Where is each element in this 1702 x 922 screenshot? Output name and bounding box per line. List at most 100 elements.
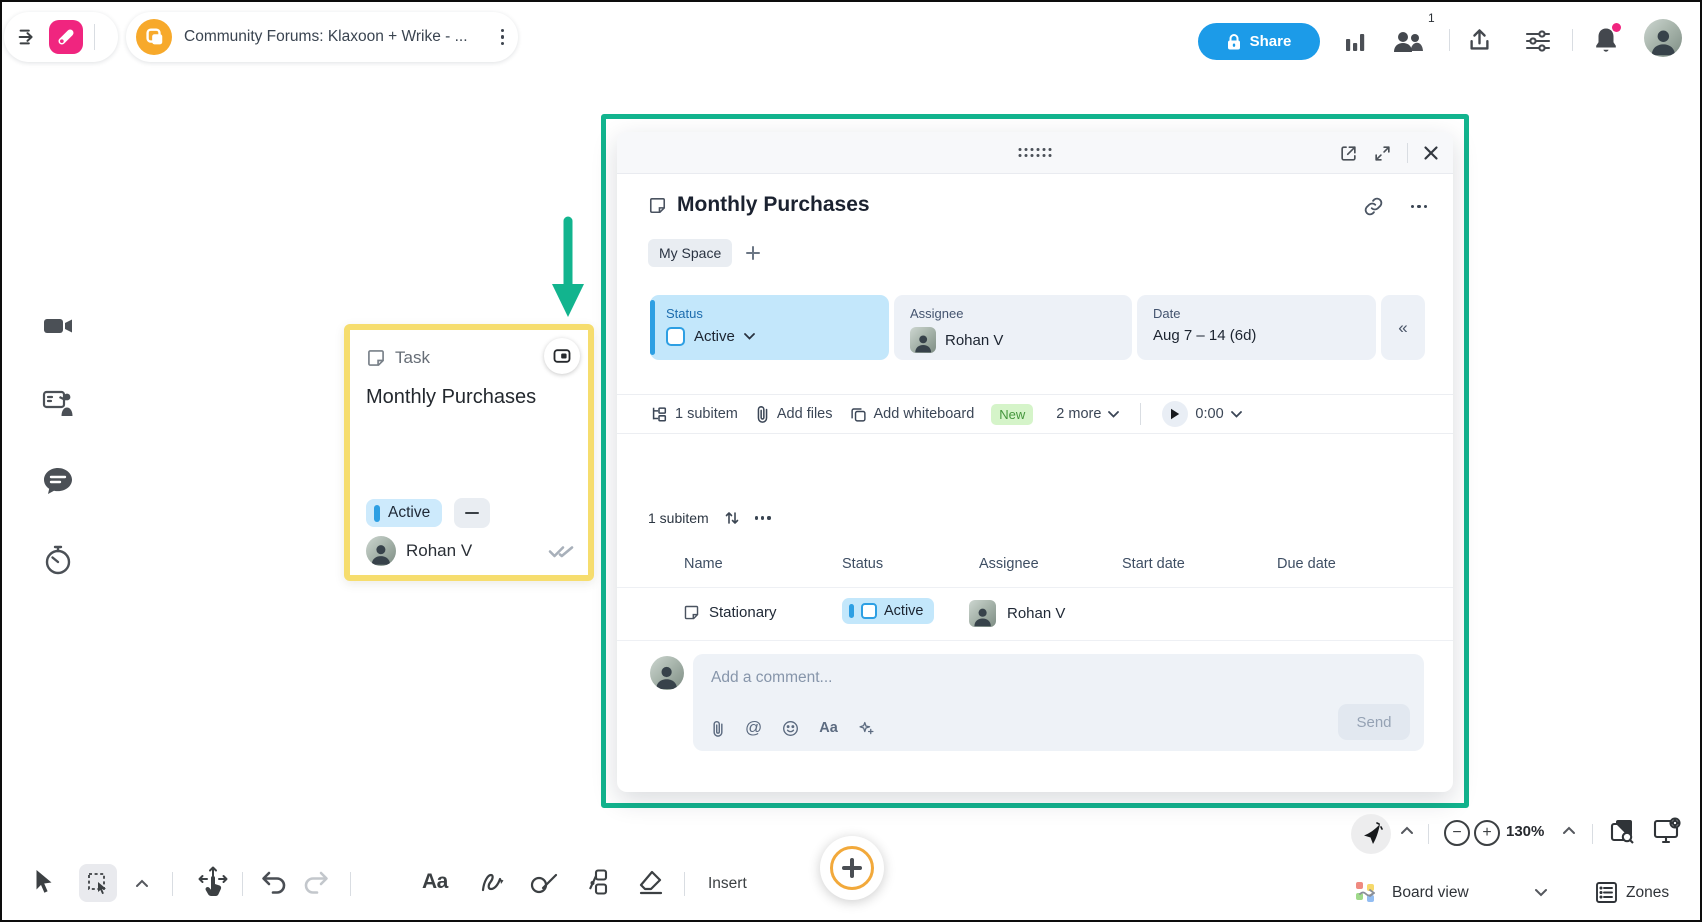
- column-header-assignee[interactable]: Assignee: [979, 556, 1039, 572]
- subitem-assignee-name: Rohan V: [1007, 605, 1065, 622]
- subitem-status-label: Active: [884, 603, 924, 619]
- date-field-label: Date: [1153, 306, 1362, 321]
- comment-input[interactable]: Add a comment... @ Aa Send: [693, 654, 1424, 751]
- task-actions-row: 1 subitem Add files Add whiteboard New 2…: [617, 394, 1453, 434]
- date-field[interactable]: Date Aug 7 – 14 (6d): [1137, 295, 1376, 360]
- drag-handle[interactable]: [1019, 148, 1052, 157]
- status-bar-icon: [374, 505, 380, 522]
- link-icon[interactable]: [1363, 196, 1384, 217]
- collapse-fields-button[interactable]: «: [1381, 295, 1425, 360]
- chevron-down-icon: [744, 333, 755, 340]
- eraser-tool-icon[interactable]: [635, 868, 665, 896]
- text-tool[interactable]: Aa: [422, 870, 448, 894]
- time-tracker[interactable]: 0:00: [1162, 401, 1241, 427]
- more-options-icon[interactable]: [1411, 205, 1427, 208]
- comment-placeholder: Add a comment...: [711, 669, 832, 687]
- close-icon[interactable]: [1423, 145, 1439, 161]
- user-avatar[interactable]: [1644, 19, 1682, 57]
- view-mode-chevron[interactable]: [1534, 888, 1548, 897]
- add-files-action[interactable]: Add files: [755, 405, 833, 423]
- participants-icon[interactable]: [1392, 28, 1424, 56]
- status-field[interactable]: Status Active: [650, 295, 889, 360]
- undo-icon[interactable]: [260, 870, 288, 896]
- insert-label[interactable]: Insert: [708, 875, 747, 893]
- zones-icon[interactable]: [1594, 880, 1619, 905]
- assignee-avatar: [910, 327, 936, 353]
- more-actions-dropdown[interactable]: 2 more: [1056, 406, 1119, 422]
- chevron-down-icon: [1108, 411, 1119, 418]
- view-mode-label[interactable]: Board view: [1392, 884, 1469, 902]
- subitem-status-badge[interactable]: Active: [842, 598, 934, 624]
- redo-icon[interactable]: [302, 870, 330, 896]
- subitem-action[interactable]: 1 subitem: [650, 405, 738, 423]
- panel-title: Monthly Purchases: [677, 193, 870, 217]
- board-icon: [136, 19, 172, 55]
- pointer-options-chevron[interactable]: [1400, 826, 1414, 835]
- zoom-level[interactable]: 130%: [1506, 823, 1544, 840]
- attach-icon[interactable]: [711, 720, 725, 737]
- board-menu-kebab-icon[interactable]: [501, 29, 504, 45]
- shapes-tool-icon[interactable]: [529, 868, 559, 896]
- connector-tool-icon[interactable]: [583, 868, 611, 896]
- sidebar-toggle-icon[interactable]: [16, 26, 38, 48]
- expand-icon[interactable]: [1373, 144, 1392, 163]
- new-feature-badge: New: [991, 404, 1033, 425]
- topbar-divider: [94, 24, 95, 50]
- column-header-status[interactable]: Status: [842, 556, 883, 572]
- subitems-count: 1 subitem: [648, 510, 709, 526]
- zoom-options-chevron[interactable]: [1562, 826, 1576, 835]
- add-content-button[interactable]: [820, 836, 884, 900]
- presentation-icon[interactable]: [42, 388, 74, 418]
- share-button[interactable]: Share: [1198, 23, 1320, 60]
- column-header-name[interactable]: Name: [684, 556, 723, 572]
- open-in-new-icon[interactable]: [1339, 144, 1358, 163]
- collapse-subitems-button[interactable]: [454, 498, 490, 528]
- pen-tool-icon[interactable]: [479, 868, 507, 896]
- sticky-note-task[interactable]: Task Monthly Purchases Active Rohan V: [344, 324, 594, 581]
- subitem-checkbox[interactable]: [861, 603, 877, 619]
- column-header-due-date[interactable]: Due date: [1277, 556, 1336, 572]
- selection-tool-active[interactable]: [79, 864, 117, 902]
- subitems-menu-icon[interactable]: [755, 516, 771, 519]
- add-tag-plus-icon[interactable]: [745, 245, 761, 261]
- mention-icon[interactable]: @: [745, 718, 762, 738]
- add-whiteboard-action[interactable]: Add whiteboard: [850, 406, 975, 423]
- klaxoon-logo[interactable]: [49, 20, 83, 54]
- space-tag[interactable]: My Space: [648, 239, 732, 267]
- klaxoon-board: Community Forums: Klaxoon + Wrike - ... …: [0, 0, 1702, 922]
- export-icon[interactable]: [1466, 26, 1493, 54]
- settings-sliders-icon[interactable]: [1524, 28, 1552, 54]
- sort-icon[interactable]: [724, 510, 740, 526]
- tool-expand-chevron[interactable]: [135, 879, 149, 888]
- assignee-field-label: Assignee: [910, 306, 1118, 321]
- board-title-pill[interactable]: Community Forums: Klaxoon + Wrike - ...: [126, 12, 518, 62]
- sticky-status-label: Active: [388, 504, 430, 522]
- pan-tool-icon[interactable]: [198, 866, 228, 898]
- topbar-divider: [1572, 29, 1573, 51]
- minus-icon: [465, 512, 479, 515]
- play-button[interactable]: [1162, 401, 1188, 427]
- display-settings-icon[interactable]: [1652, 816, 1682, 846]
- video-call-icon[interactable]: [42, 312, 74, 340]
- find-frames-icon[interactable]: [1608, 816, 1638, 846]
- chat-icon[interactable]: [42, 466, 74, 496]
- task-doc-icon: [648, 196, 667, 215]
- zoom-out-button[interactable]: −: [1444, 820, 1470, 846]
- timer-icon[interactable]: [42, 544, 74, 576]
- text-format-icon[interactable]: Aa: [819, 720, 838, 736]
- emoji-icon[interactable]: [782, 720, 799, 737]
- column-header-start-date[interactable]: Start date: [1122, 556, 1185, 572]
- ai-sparkle-icon[interactable]: [858, 720, 875, 737]
- zoom-in-button[interactable]: +: [1474, 820, 1500, 846]
- complete-checkbox[interactable]: [666, 327, 685, 346]
- notifications-bell-icon[interactable]: [1592, 25, 1620, 55]
- assignee-field[interactable]: Assignee Rohan V: [894, 295, 1132, 360]
- send-comment-button[interactable]: Send: [1338, 704, 1410, 740]
- sticky-status-badge[interactable]: Active: [366, 499, 442, 527]
- zones-label[interactable]: Zones: [1626, 884, 1669, 902]
- cursor-tool-icon[interactable]: [31, 868, 56, 896]
- notification-dot: [1612, 23, 1621, 32]
- open-widget-button[interactable]: [544, 338, 580, 374]
- laser-pointer-tool[interactable]: [1351, 814, 1391, 854]
- activity-chart-icon[interactable]: [1342, 29, 1368, 55]
